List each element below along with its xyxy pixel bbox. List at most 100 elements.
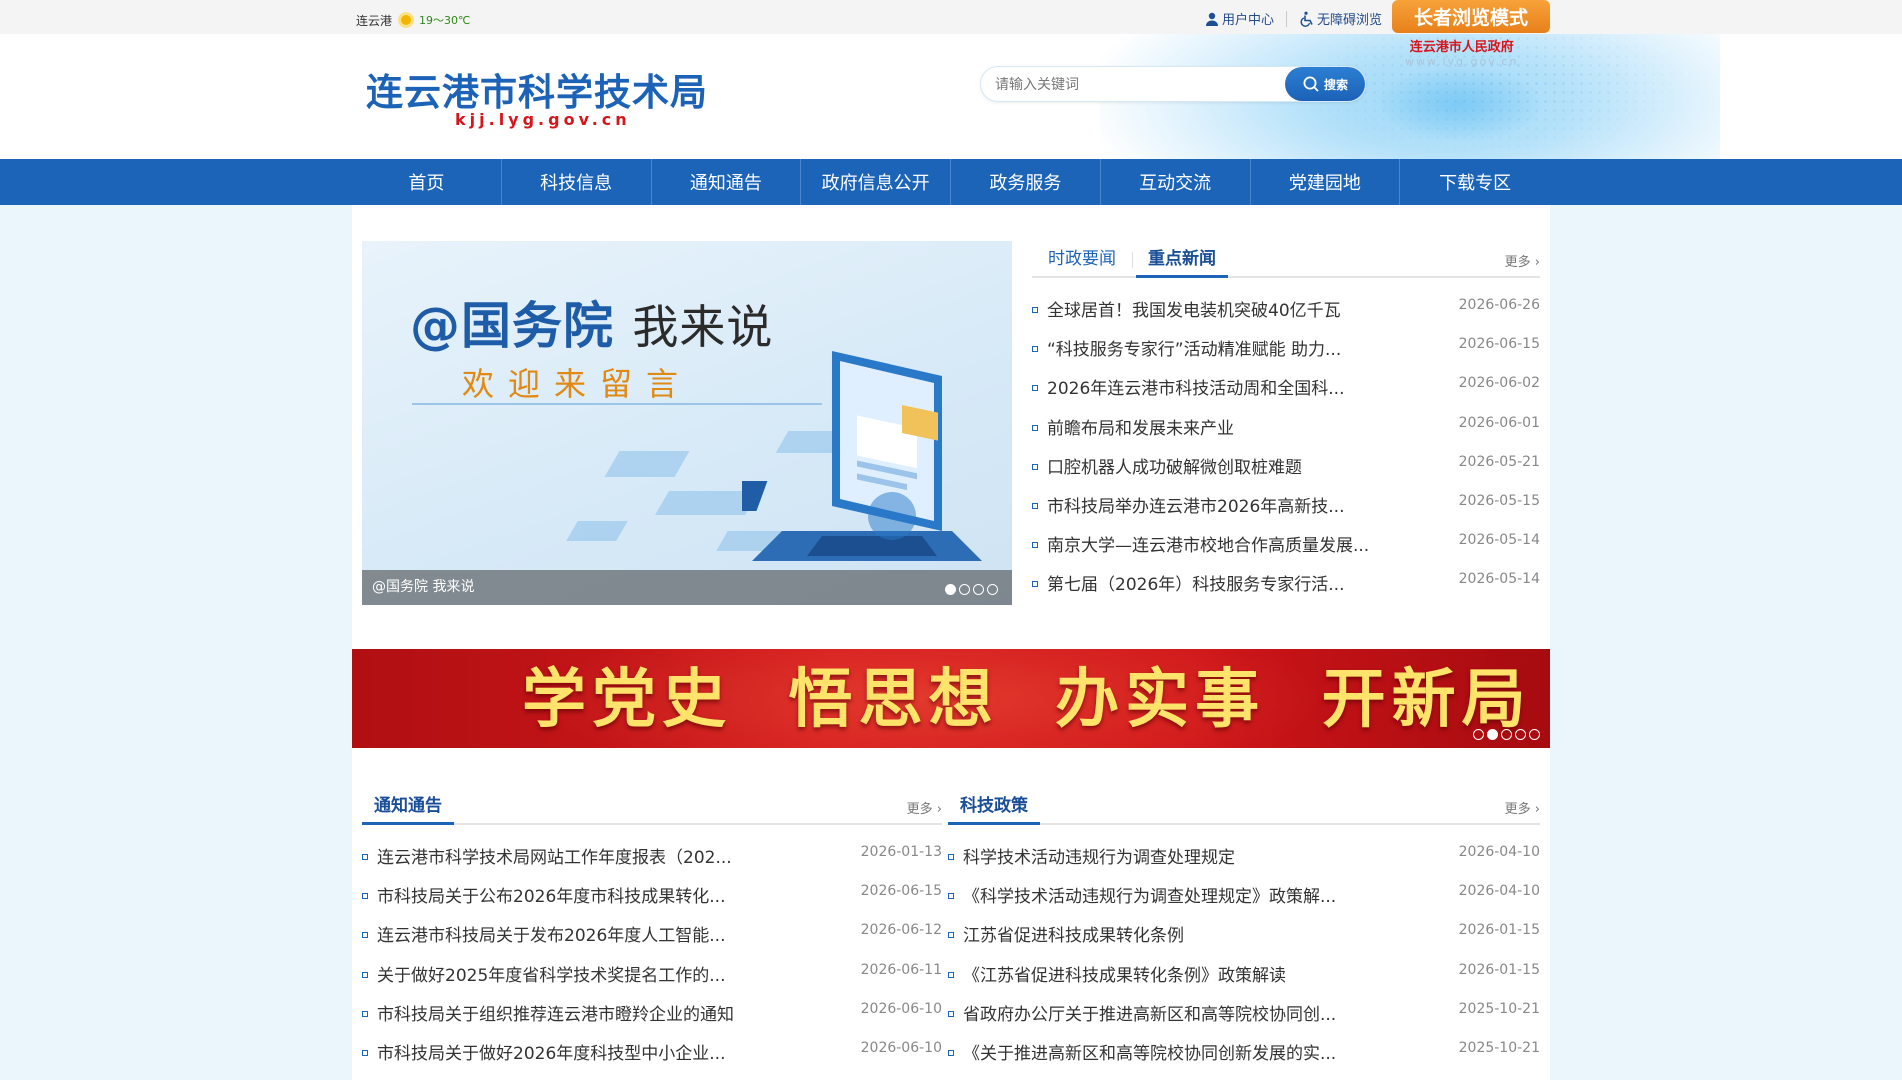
slider-dots [942, 584, 998, 595]
policy-item[interactable]: 省政府办公厅关于推进高新区和高等院校协同创... 2025-10-21 [948, 1000, 1540, 1039]
banner-dots [1470, 729, 1540, 740]
news-item[interactable]: 南京大学—连云港市校地合作高质量发展... 2026-05-14 [1032, 531, 1540, 570]
news-item[interactable]: “科技服务专家行”活动精准赋能 助力... 2026-06-15 [1032, 335, 1540, 374]
user-center-link[interactable]: 用户中心 [1204, 9, 1274, 28]
nav-item-interaction[interactable]: 互动交流 [1101, 159, 1251, 205]
bullet-icon [1032, 463, 1038, 470]
bullet-icon [948, 932, 954, 939]
accessible-browse-link[interactable]: 无障碍浏览 [1299, 9, 1382, 28]
site-url: kjj.lyg.gov.cn [455, 110, 631, 129]
nav-item-downloads[interactable]: 下载专区 [1400, 159, 1550, 205]
bullet-icon [1032, 581, 1038, 588]
arrow-right-icon: › [1534, 255, 1540, 270]
policies-more-link[interactable]: 更多 › [1505, 798, 1540, 817]
news-item[interactable]: 前瞻布局和发展未来产业 2026-06-01 [1032, 414, 1540, 453]
nav-item-home[interactable]: 首页 [352, 159, 502, 205]
nav-item-gov-info[interactable]: 政府信息公开 [801, 159, 951, 205]
weather-widget: 连云港 19～30℃ [356, 10, 470, 30]
policies-panel: 科技政策 更多 › 科学技术活动违规行为调查处理规定 2026-04-10 《科学… [948, 788, 1540, 1080]
banner-text: 学党史 悟思想 办实事 开新局 [522, 663, 1532, 737]
slide-subline: 欢迎来留言 [462, 365, 693, 403]
notices-title[interactable]: 通知通告 [362, 788, 454, 825]
banner-dot[interactable] [1529, 729, 1540, 740]
bullet-icon [362, 971, 368, 978]
arrow-right-icon: › [936, 802, 942, 817]
laptop-illustration-icon [742, 351, 982, 561]
bullet-icon [1032, 424, 1038, 431]
banner-dot[interactable] [1515, 729, 1526, 740]
weather-sun-icon [396, 10, 416, 30]
nav-item-services[interactable]: 政务服务 [951, 159, 1101, 205]
news-item[interactable]: 市科技局举办连云港市2026年高新技... 2026-05-15 [1032, 492, 1540, 531]
bullet-icon [948, 854, 954, 860]
bullet-icon [1032, 502, 1038, 509]
search-button[interactable]: 搜索 [1285, 67, 1365, 101]
bullet-icon [948, 971, 954, 978]
notice-item[interactable]: 市科技局关于公布2026年度市科技成果转化... 2026-06-15 [362, 882, 942, 921]
gov-portal-link[interactable]: 连云港市人民政府 www.lyg.gov.cn [1405, 36, 1518, 68]
news-item[interactable]: 全球居首！我国发电装机突破40亿千瓦 2026-06-26 [1032, 296, 1540, 335]
news-tabs: 时政要闻 重点新闻 更多 › [1032, 241, 1540, 278]
bullet-icon [948, 1010, 954, 1017]
bullet-icon [1032, 346, 1038, 353]
nav-item-party[interactable]: 党建园地 [1251, 159, 1401, 205]
notice-item[interactable]: 连云港市科学技术局网站工作年度报表（202... 2026-01-13 [362, 843, 942, 882]
search-input[interactable] [995, 74, 1255, 96]
banner-dot[interactable] [1501, 729, 1512, 740]
news-item[interactable]: 第七届（2026年）科技服务专家行活... 2026-05-14 [1032, 570, 1540, 609]
notices-panel: 通知通告 更多 › 连云港市科学技术局网站工作年度报表（202... 2026-0… [362, 788, 942, 1080]
slide-caption: @国务院 我来说 [362, 570, 1012, 605]
accessible-browse-label: 无障碍浏览 [1316, 13, 1382, 28]
bullet-icon [362, 1049, 368, 1056]
main-nav: 首页 科技信息 通知通告 政府信息公开 政务服务 互动交流 党建园地 下载专区 [0, 159, 1902, 205]
policy-item[interactable]: 《关于推进高新区和高等院校协同创新发展的实... 2025-10-21 [948, 1039, 1540, 1078]
policy-item[interactable]: 《科学技术活动违规行为调查处理规定》政策解... 2026-04-10 [948, 882, 1540, 921]
bullet-icon [362, 932, 368, 939]
elder-mode-button[interactable]: 长者浏览模式 [1392, 0, 1550, 33]
slide-headline: @国务院 我来说 [410, 297, 774, 355]
notice-item[interactable]: 连云港市科技局关于发布2026年度人工智能... 2026-06-12 [362, 921, 942, 960]
bullet-icon [362, 1010, 368, 1017]
main-content: @国务院 我来说 欢迎来留言 @国务院 我来说 时政要闻 重点新闻 更多 › 全… [352, 205, 1550, 1080]
news-item[interactable]: 2026年连云港市科技活动周和全国科... 2026-06-02 [1032, 374, 1540, 413]
slider-dot[interactable] [973, 584, 984, 595]
bullet-icon [948, 1049, 954, 1056]
bullet-icon [1032, 542, 1038, 549]
site-title[interactable]: 连云港市科学技术局 [366, 62, 708, 116]
policy-item[interactable]: 《江苏省促进科技成果转化条例》政策解读 2026-01-15 [948, 961, 1540, 1000]
nav-item-notices[interactable]: 通知通告 [652, 159, 802, 205]
accessibility-icon [1300, 11, 1313, 27]
notice-item[interactable]: 市科技局关于组织推荐连云港市瞪羚企业的通知 2026-06-10 [362, 1000, 942, 1039]
banner-dot[interactable] [1473, 729, 1484, 740]
bullet-icon [1032, 307, 1038, 313]
banner-dot[interactable] [1487, 729, 1498, 740]
bullet-icon [362, 854, 368, 860]
city-label: 连云港 [356, 13, 393, 28]
bullet-icon [362, 893, 368, 900]
gov-url: www.lyg.gov.cn [1405, 55, 1519, 68]
bullet-icon [1032, 385, 1038, 392]
notices-more-link[interactable]: 更多 › [907, 798, 942, 817]
news-item[interactable]: 口腔机器人成功破解微创取桩难题 2026-05-21 [1032, 453, 1540, 492]
slider-dot[interactable] [945, 584, 956, 595]
bullet-icon [948, 893, 954, 900]
policies-title[interactable]: 科技政策 [948, 788, 1040, 825]
notices-list: 连云港市科学技术局网站工作年度报表（202... 2026-01-13 市科技局关… [362, 843, 942, 1078]
news-more-link[interactable]: 更多 › [1505, 251, 1540, 270]
slider-dot[interactable] [987, 584, 998, 595]
notice-item[interactable]: 关于做好2025年度省科学技术奖提名工作的... 2026-06-11 [362, 961, 942, 1000]
divider [1285, 10, 1287, 27]
search-bar: 搜索 [980, 66, 1366, 102]
search-button-label: 搜索 [1323, 77, 1348, 92]
policy-item[interactable]: 科学技术活动违规行为调查处理规定 2026-04-10 [948, 843, 1540, 882]
tab-key-news[interactable]: 重点新闻 [1136, 241, 1228, 278]
notice-item[interactable]: 市科技局关于做好2026年度科技型中小企业... 2026-06-10 [362, 1039, 942, 1078]
tab-politics-news[interactable]: 时政要闻 [1036, 241, 1128, 278]
party-history-banner[interactable]: 学党史 悟思想 办实事 开新局 [352, 649, 1550, 748]
nav-item-tech-info[interactable]: 科技信息 [502, 159, 652, 205]
slider-dot[interactable] [959, 584, 970, 595]
news-panel: 时政要闻 重点新闻 更多 › 全球居首！我国发电装机突破40亿千瓦 2026-06… [1032, 241, 1540, 605]
gov-name: 连云港市人民政府 [1409, 40, 1514, 55]
policy-item[interactable]: 江苏省促进科技成果转化条例 2026-01-15 [948, 921, 1540, 960]
image-slider[interactable]: @国务院 我来说 欢迎来留言 @国务院 我来说 [362, 241, 1012, 605]
